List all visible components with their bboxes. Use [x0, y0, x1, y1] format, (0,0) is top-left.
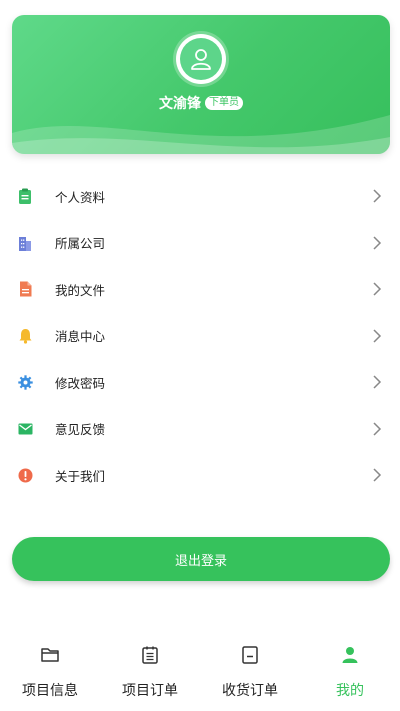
tab-label: 项目订单 [122, 683, 178, 699]
settings-menu: 个人资料 所属公司 我的文件 消息中心 修改密码 意见反馈 关于我们 [0, 173, 400, 499]
chevron-right-icon [373, 236, 382, 250]
avatar[interactable] [176, 34, 226, 84]
menu-item-files[interactable]: 我的文件 [0, 266, 400, 313]
chevron-right-icon [373, 422, 382, 436]
logout-button[interactable]: 退出登录 [12, 537, 390, 581]
menu-item-label: 个人资料 [55, 189, 106, 205]
role-badge: 下单员 [205, 96, 243, 110]
tab-project-info[interactable]: 项目信息 [0, 636, 100, 711]
chevron-right-icon [373, 282, 382, 296]
bell-icon [17, 328, 33, 344]
chevron-right-icon [373, 468, 382, 482]
chevron-right-icon [373, 375, 382, 389]
mail-icon [17, 421, 33, 437]
menu-item-about[interactable]: 关于我们 [0, 452, 400, 499]
menu-item-company[interactable]: 所属公司 [0, 220, 400, 267]
tab-receiving-orders[interactable]: 收货订单 [200, 636, 300, 711]
profile-card: 文渝锋 下单员 [12, 15, 390, 154]
menu-item-label: 意见反馈 [55, 422, 106, 438]
tab-label: 收货订单 [222, 683, 278, 699]
menu-item-label: 所属公司 [55, 236, 106, 252]
chevron-right-icon [373, 189, 382, 203]
tab-project-orders[interactable]: 项目订单 [100, 636, 200, 711]
user-avatar-icon [191, 49, 211, 70]
menu-item-label: 关于我们 [55, 468, 106, 484]
file-icon [17, 281, 33, 297]
tab-label: 项目信息 [22, 683, 78, 699]
name-row: 文渝锋 下单员 [12, 93, 390, 113]
tab-mine[interactable]: 我的 [300, 636, 400, 711]
menu-item-profile[interactable]: 个人资料 [0, 173, 400, 220]
info-icon [17, 467, 33, 483]
user-icon [342, 647, 358, 663]
user-name: 文渝锋 [159, 96, 201, 112]
bottom-tab-bar: 项目信息 项目订单 收货订单 我的 [0, 636, 400, 711]
menu-item-messages[interactable]: 消息中心 [0, 313, 400, 360]
menu-item-label: 消息中心 [55, 329, 106, 345]
building-icon [17, 235, 33, 251]
menu-item-feedback[interactable]: 意见反馈 [0, 406, 400, 453]
gear-icon [17, 374, 33, 390]
list-clipboard-icon [142, 646, 158, 664]
menu-item-label: 修改密码 [55, 375, 106, 391]
folder-icon [41, 648, 59, 662]
menu-item-label: 我的文件 [55, 282, 106, 298]
clipboard-icon [17, 188, 33, 205]
tab-label: 我的 [336, 683, 364, 699]
menu-item-change-password[interactable]: 修改密码 [0, 359, 400, 406]
receipt-icon [242, 646, 258, 664]
chevron-right-icon [373, 329, 382, 343]
